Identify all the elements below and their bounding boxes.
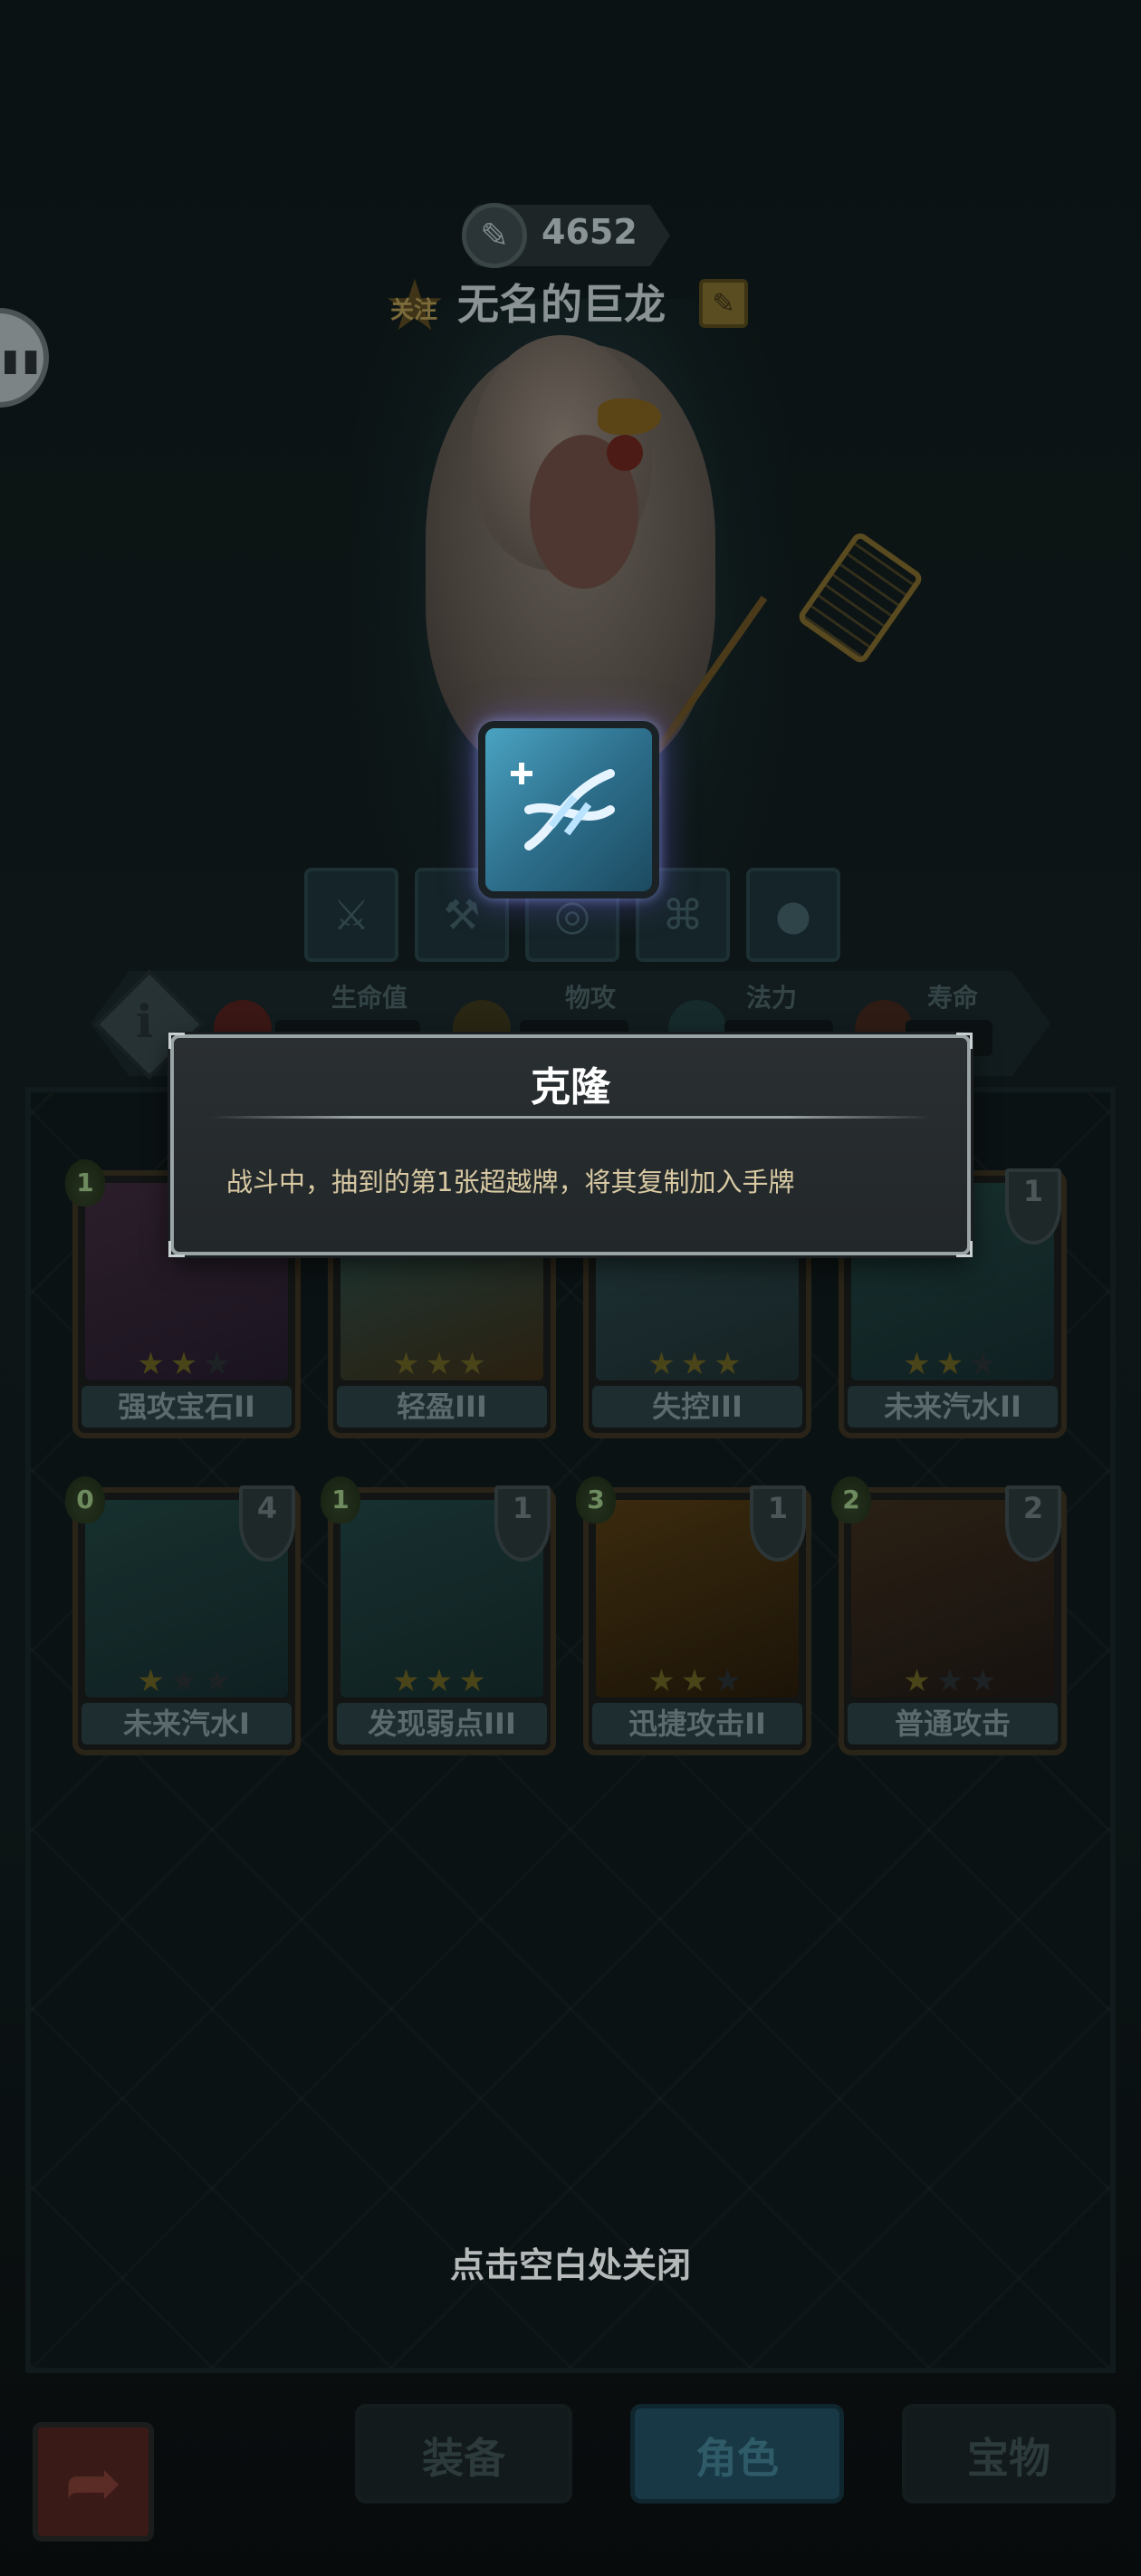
character-beak bbox=[598, 399, 661, 435]
stat-label-magic: 法力 bbox=[746, 983, 798, 1013]
star-icon: ★ bbox=[647, 1346, 681, 1382]
clone-skill-icon[interactable] bbox=[478, 721, 659, 899]
card-name: 强攻宝石II bbox=[82, 1386, 292, 1427]
card-name: 未来汽水I bbox=[82, 1703, 292, 1745]
card-stars: ★★★ bbox=[844, 1663, 1061, 1699]
star-icon: ★ bbox=[969, 1346, 1002, 1382]
game-background[interactable]: ✎ 4652 ★ 关注 无名的巨龙 ✎ ▮▮ ⚔ ⚒ ◎ ⌘ ● i 生命值 物… bbox=[0, 0, 1141, 2576]
corner-decoration bbox=[168, 1033, 185, 1049]
card-name: 普通攻击 bbox=[848, 1703, 1058, 1745]
star-icon: ★ bbox=[714, 1346, 747, 1382]
character-comb bbox=[607, 435, 643, 471]
tab-equip[interactable]: 装备 bbox=[355, 2404, 572, 2504]
close-hint: 点击空白处关闭 bbox=[449, 2245, 691, 2285]
stat-label-attack: 物攻 bbox=[565, 983, 617, 1013]
tab-role[interactable]: 角色 bbox=[630, 2404, 844, 2504]
star-icon: ★ bbox=[458, 1346, 492, 1382]
modal-title: 克隆 bbox=[531, 1064, 610, 1110]
egg-icon: ● bbox=[774, 890, 812, 939]
star-icon: ★ bbox=[714, 1663, 747, 1699]
wrench-icon: ⚒ bbox=[443, 890, 481, 939]
stack-icon: 1 bbox=[494, 1485, 551, 1562]
star-icon: ★ bbox=[425, 1663, 459, 1699]
swatter-icon bbox=[795, 530, 925, 666]
star-icon: ★ bbox=[203, 1346, 236, 1382]
star-icon: ★ bbox=[169, 1346, 204, 1382]
star-icon: ★ bbox=[203, 1663, 236, 1699]
card-stars: ★★★ bbox=[78, 1663, 295, 1699]
back-button[interactable]: ➦ bbox=[33, 2422, 154, 2542]
equip-slot-5[interactable]: ● bbox=[746, 868, 840, 962]
star-icon: ★ bbox=[137, 1346, 170, 1382]
card-name: 发现弱点III bbox=[337, 1703, 547, 1745]
tab-treasure[interactable]: 宝物 bbox=[902, 2404, 1116, 2504]
star-icon: ★ bbox=[169, 1663, 204, 1699]
star-icon: ★ bbox=[935, 1663, 970, 1699]
star-icon: ★ bbox=[680, 1346, 714, 1382]
star-icon: ★ bbox=[458, 1663, 492, 1699]
edit-icon[interactable]: ✎ bbox=[699, 279, 748, 328]
eyes-icon: ▮▮ bbox=[2, 342, 43, 379]
star-icon: ★ bbox=[647, 1663, 681, 1699]
star-icon: ★ bbox=[392, 1346, 426, 1382]
equip-slot-1[interactable]: ⚔ bbox=[304, 868, 398, 962]
star-icon: ★ bbox=[903, 1346, 936, 1382]
stack-icon: 1 bbox=[750, 1485, 806, 1562]
cost-badge: 2 bbox=[831, 1476, 871, 1523]
corner-decoration bbox=[168, 1241, 185, 1257]
corner-decoration bbox=[956, 1033, 973, 1049]
star-icon: ★ bbox=[392, 1663, 426, 1699]
card-stars: ★★★ bbox=[844, 1346, 1061, 1382]
card-stars: ★★★ bbox=[589, 1346, 806, 1382]
card-name: 失控III bbox=[592, 1386, 802, 1427]
cost-badge: 1 bbox=[65, 1159, 105, 1206]
card-stars: ★★★ bbox=[333, 1346, 551, 1382]
skill-tooltip-modal: 克隆 战斗中，抽到的第1张超越牌，将其复制加入手牌 bbox=[168, 1033, 973, 1257]
cost-badge: 3 bbox=[576, 1476, 616, 1523]
pen-icon: ✎ bbox=[462, 203, 527, 268]
score-value: 4652 bbox=[542, 212, 638, 252]
star-icon: ★ bbox=[137, 1663, 170, 1699]
modal-description: 战斗中，抽到的第1张超越牌，将其复制加入手牌 bbox=[226, 1167, 795, 1197]
side-chat-button[interactable]: ▮▮ bbox=[0, 308, 49, 408]
back-arrow-icon: ➦ bbox=[64, 2441, 122, 2523]
star-icon: ★ bbox=[903, 1663, 936, 1699]
corner-decoration bbox=[956, 1241, 973, 1257]
modal-divider bbox=[210, 1116, 931, 1119]
stack-icon: 4 bbox=[239, 1485, 295, 1562]
dna-icon bbox=[511, 763, 615, 851]
card-name: 迅捷攻击II bbox=[592, 1703, 802, 1745]
info-icon: i bbox=[136, 995, 153, 1048]
stack-icon: 1 bbox=[1005, 1168, 1061, 1245]
card-name: 轻盈III bbox=[337, 1386, 547, 1427]
star-icon: ★ bbox=[425, 1346, 459, 1382]
star-icon: ★ bbox=[680, 1663, 714, 1699]
bow-icon: ⚔ bbox=[332, 890, 370, 939]
star-icon: ★ bbox=[935, 1346, 970, 1382]
card-stars: ★★★ bbox=[333, 1663, 551, 1699]
cost-badge: 1 bbox=[321, 1476, 360, 1523]
card-stars: ★★★ bbox=[589, 1663, 806, 1699]
follow-badge[interactable]: 关注 bbox=[380, 283, 447, 333]
stat-label-lifespan: 寿命 bbox=[927, 983, 979, 1013]
stat-label-hp: 生命值 bbox=[331, 983, 408, 1013]
star-icon: ★ bbox=[969, 1663, 1002, 1699]
helix-icon: ⌘ bbox=[662, 890, 704, 939]
stack-icon: 2 bbox=[1005, 1485, 1061, 1562]
card-name: 未来汽水II bbox=[848, 1386, 1058, 1427]
card-stars: ★★★ bbox=[78, 1346, 295, 1382]
cost-badge: 0 bbox=[65, 1476, 105, 1523]
player-name: 无名的巨龙 bbox=[457, 280, 666, 329]
